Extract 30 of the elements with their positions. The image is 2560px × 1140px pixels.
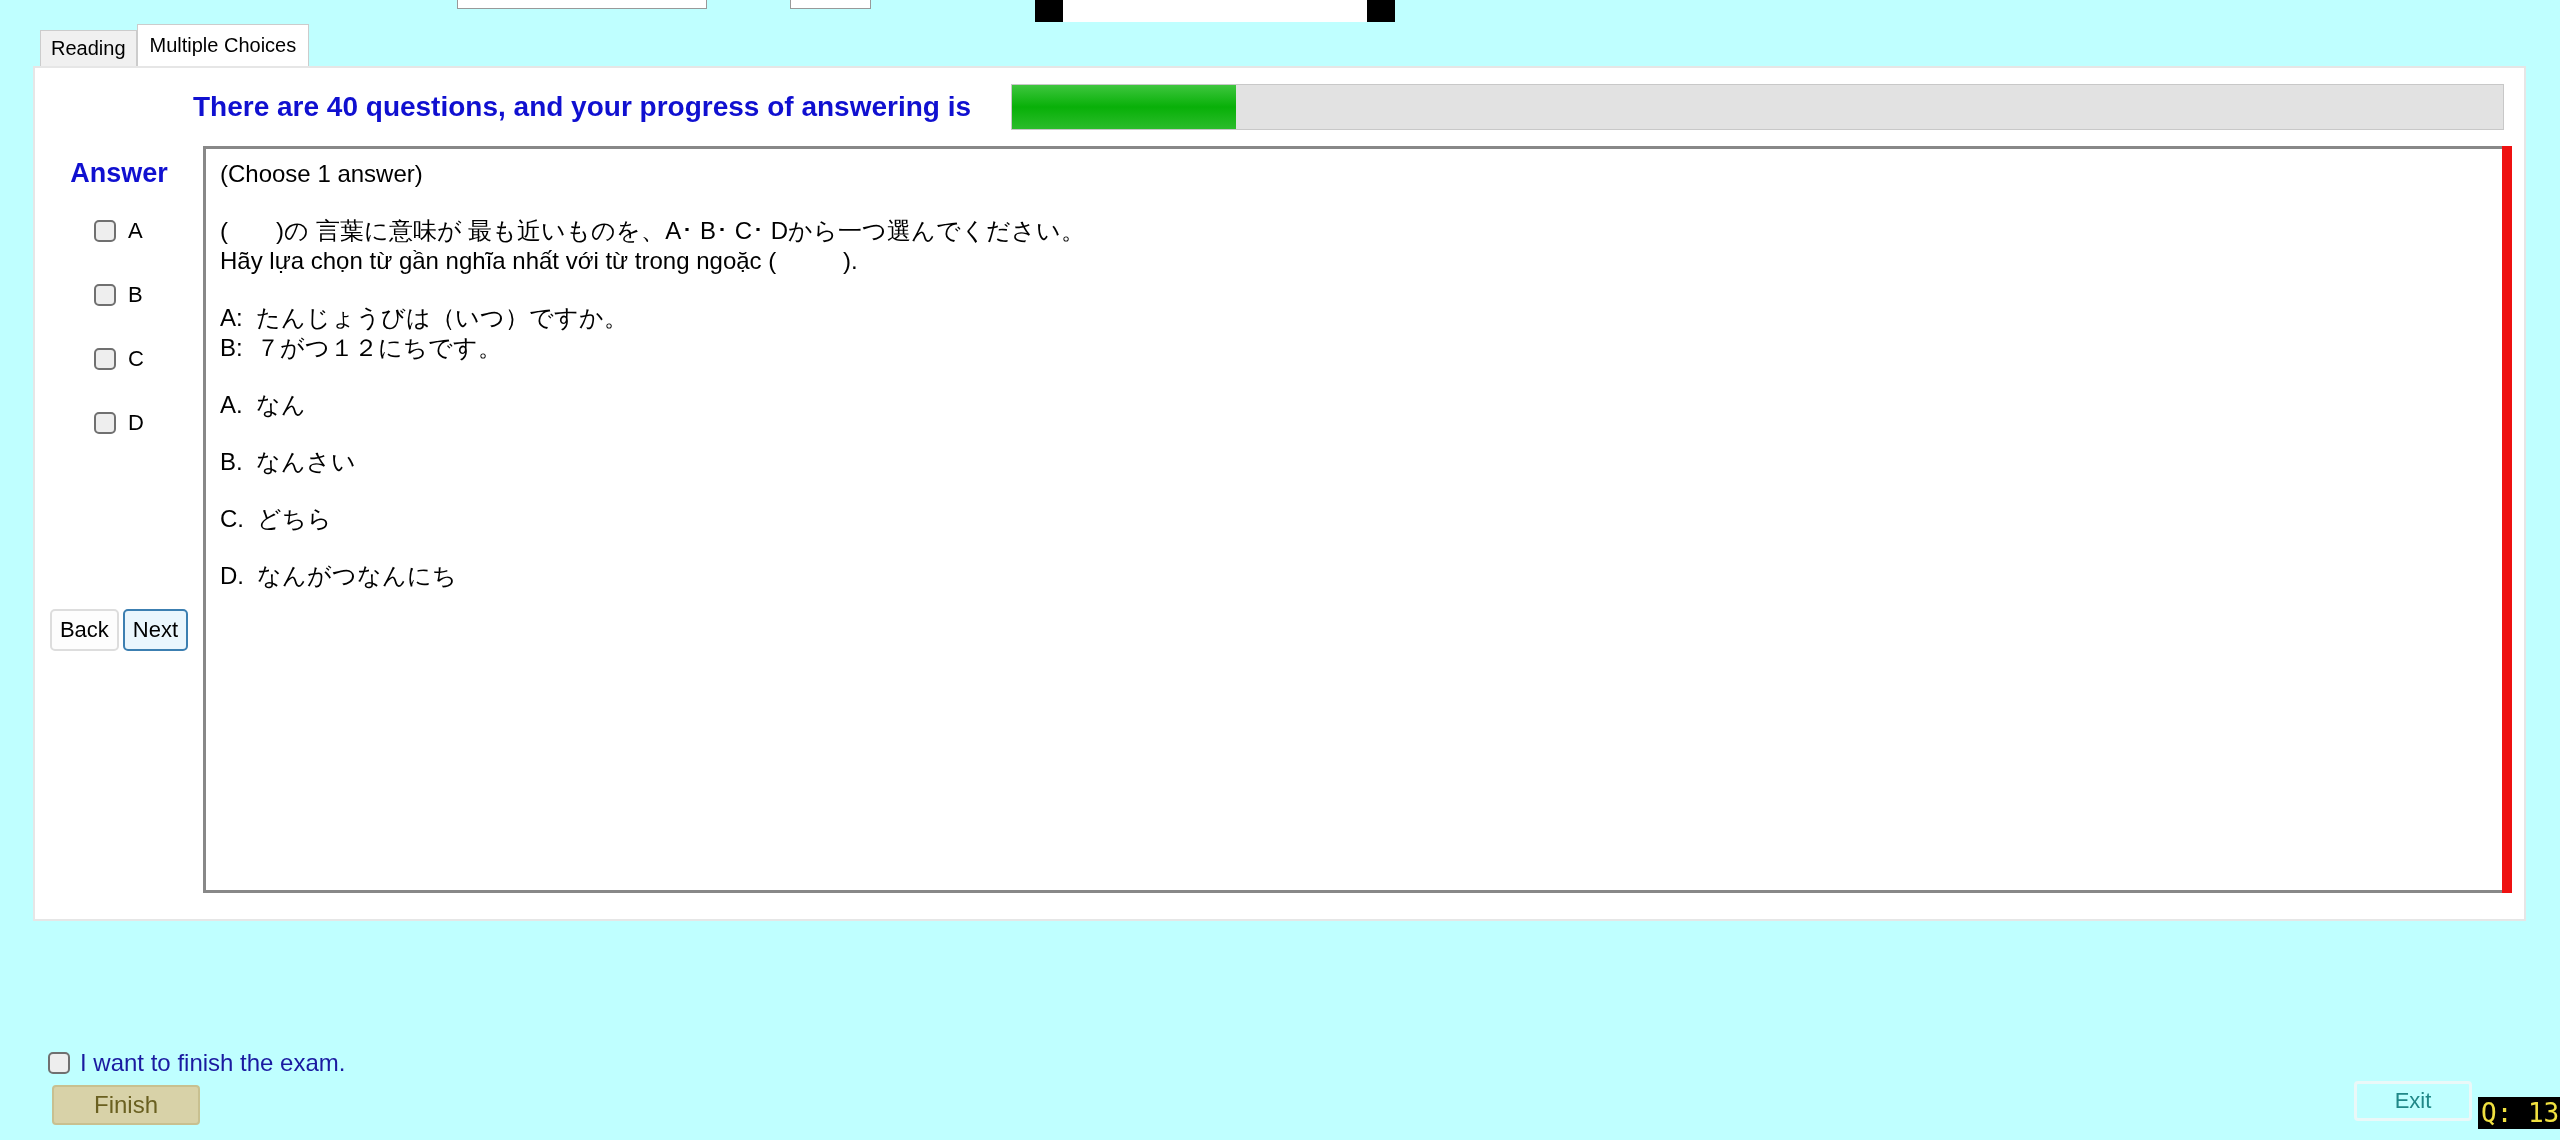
- tab[interactable]: Reading: [40, 30, 137, 66]
- question-line: ( )の 言葉に意味が 最も近いものを、A･ B･ C･ Dから一つ選んでください。: [220, 216, 1086, 246]
- checkbox[interactable]: [94, 220, 116, 242]
- question-line: (Choose 1 answer): [220, 159, 424, 189]
- question-counter: Q: 13: [2478, 1097, 2560, 1129]
- checkbox[interactable]: [94, 348, 116, 370]
- question-line: B: ７がつ１２にちです。: [220, 333, 503, 363]
- question-line: Hãy lựa chọn từ gần nghĩa nhất với từ trong ngoặc ( ).: [220, 246, 859, 276]
- dropdown[interactable]: [790, 0, 871, 9]
- checkbox-label: D: [128, 410, 144, 436]
- checkbox-label: B: [128, 282, 143, 308]
- checkbox[interactable]: [48, 1052, 70, 1074]
- checkbox[interactable]: [94, 284, 116, 306]
- checkbox[interactable]: [94, 412, 116, 434]
- checkbox-label: I want to finish the exam.: [80, 1049, 346, 1077]
- nav-button[interactable]: Back: [49, 609, 119, 651]
- question-line: A. なん: [220, 390, 307, 420]
- finish-button[interactable]: Finish: [52, 1085, 201, 1125]
- tab[interactable]: Multiple Choices: [136, 24, 310, 66]
- checkbox-label: A: [128, 218, 143, 244]
- question-line: D. なんがつなんにち: [220, 561, 459, 591]
- checkbox-label: C: [128, 346, 144, 372]
- nav-button[interactable]: Next: [122, 609, 189, 651]
- answer-heading: Answer: [70, 158, 168, 189]
- question-line: A: たんじょうびは（いつ）ですか。: [220, 303, 629, 333]
- question-line: C. どちら: [220, 504, 334, 534]
- dropdown[interactable]: [457, 0, 707, 9]
- progress-label: There are 40 questions, and your progress of answering is: [193, 91, 971, 123]
- exit-button[interactable]: Exit: [2354, 1081, 2472, 1121]
- question-line: B. なんさい: [220, 447, 357, 477]
